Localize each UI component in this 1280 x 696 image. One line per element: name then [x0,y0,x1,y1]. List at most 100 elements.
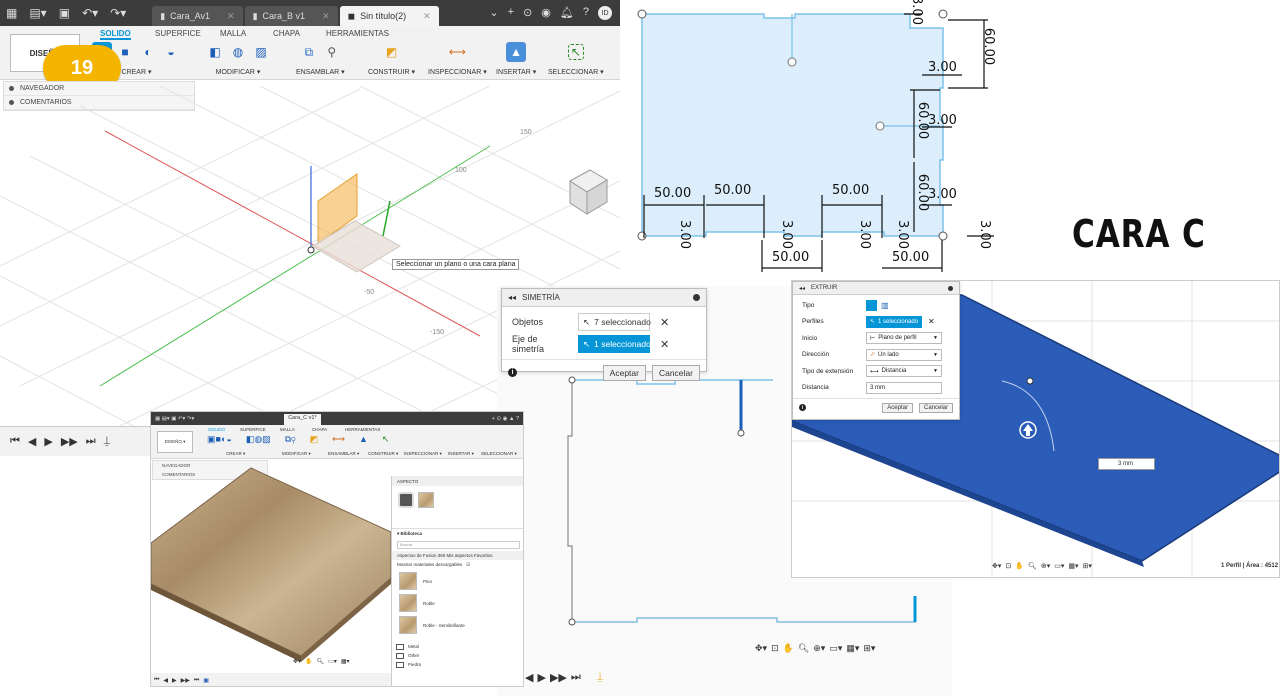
dimension-label[interactable]: 60.00 [981,28,996,65]
pan-icon[interactable]: ✋ [305,658,312,665]
tab-malla[interactable]: MALLA [280,427,295,432]
dimension-label[interactable]: 3.00 [895,220,910,249]
select-icon[interactable]: ↖ [567,44,584,60]
dimension-label[interactable]: 50.00 [892,251,929,264]
accept-button[interactable]: Aceptar [602,364,646,381]
doc-tab-cara-c[interactable]: Cara_C v1* [284,414,321,425]
go-to-start-icon[interactable]: ⏮ [154,677,159,684]
tab-chapa[interactable]: CHAPA [273,29,300,38]
go-to-end-icon[interactable]: ⏭ [194,677,199,684]
tab-solido[interactable]: SOLIDO [100,29,131,40]
display-settings-icon[interactable]: ▭▾ [1054,562,1064,570]
grid-settings-icon[interactable]: ▦▾ [846,643,859,654]
close-icon[interactable]: ✕ [322,11,330,22]
list-item[interactable]: Roble - Semibrillante [392,614,523,636]
look-at-icon[interactable]: ⊡ [771,643,779,654]
options-icon[interactable] [948,285,953,291]
go-to-end-icon[interactable]: ⏭ [86,435,96,448]
create-tools-icon[interactable]: ▣■◐◒ [207,434,232,445]
tab-superficie[interactable]: SUPERFICE [155,29,201,38]
go-to-start-icon[interactable]: ⏮ [10,435,20,448]
help-icon[interactable]: ? [583,6,589,20]
wood-board-viewport[interactable] [151,466,391,666]
fillet-icon[interactable]: ◍ [228,42,248,62]
library-section[interactable]: ▾ Biblioteca [392,528,523,539]
symmetry-axis-selector[interactable]: ↖ 1 seleccionado [578,335,651,353]
view-cube[interactable] [569,169,608,215]
search-input[interactable]: Buscar [397,541,520,549]
material-swatch[interactable] [398,492,414,508]
show-downloadable-toggle[interactable]: Mostrar materiales descargables ☑ [392,560,523,570]
select-tools-icon[interactable]: ↖ [382,434,390,445]
play-icon[interactable]: ▶ [537,671,545,684]
clear-selection-icon[interactable]: ✕ [928,317,935,326]
tab-chapa[interactable]: CHAPA [312,427,327,432]
fit-icon[interactable]: ⊕▾ [1041,562,1050,570]
cancel-button[interactable]: Cancelar [651,364,700,381]
chevron-down-icon[interactable]: ⌄ [489,6,498,20]
press-pull-icon[interactable]: ◧ [205,42,225,62]
list-item[interactable]: Roble [392,592,523,614]
options-icon[interactable] [693,294,700,301]
step-back-icon[interactable]: ◀ [525,671,533,684]
grid-settings-icon[interactable]: ▦▾ [341,658,350,665]
extensions-icon[interactable]: ⊙ [523,6,532,20]
zoom-icon[interactable]: 🔍︎ [317,658,325,665]
zoom-icon[interactable]: 🔍︎ [1028,562,1037,570]
start-dropdown[interactable]: ⊢ Plano de perfil ▼ [866,332,942,345]
tab-tools[interactable]: + ⊙ ◉ ▲ ? [492,416,519,422]
orbit-icon[interactable]: ✥▾ [992,562,1001,570]
dimension-label[interactable]: 50.00 [772,251,809,264]
orbit-icon[interactable]: ✥▾ [755,643,767,654]
grid-settings-icon[interactable]: ▦▾ [1068,562,1078,570]
extent-type-dropdown[interactable]: ⟷ Distancia ▼ [866,365,942,378]
play-icon[interactable]: ▶ [172,677,177,684]
thin-extrude-icon[interactable]: ▥ [881,301,889,310]
clear-selection-icon[interactable]: ✕ [660,338,669,351]
dimension-label[interactable]: 3.00 [677,220,692,249]
info-icon[interactable]: i [508,368,517,377]
step-forward-icon[interactable]: ▶▶ [61,435,78,448]
measure-icon[interactable]: ⟷ [447,42,467,62]
user-avatar[interactable]: ID [598,6,612,20]
direction-dropdown[interactable]: ⬀ Un lado ▼ [866,348,942,361]
objects-selector[interactable]: ↖ 7 seleccionado [578,313,651,331]
assemble-tools-icon[interactable]: ⧉⚲ [285,434,296,445]
display-settings-icon[interactable]: ▭▾ [328,658,337,665]
apps-grid-icon[interactable]: ▦ [6,6,17,20]
step-back-icon[interactable]: ◀ [163,677,168,684]
step-back-icon[interactable]: ◀ [28,435,36,448]
clear-selection-icon[interactable]: ✕ [660,316,669,329]
folder-item[interactable]: Other [392,651,523,660]
doc-tab-sin-titulo[interactable]: ◼ Sin título(2) ✕ [339,6,439,26]
play-icon[interactable]: ▶ [44,435,52,448]
notifications-icon[interactable]: 🔔︎ [560,6,574,20]
fit-icon[interactable]: ⊕▾ [813,643,825,654]
material-swatch[interactable] [418,492,434,508]
tab-herramientas[interactable]: HERRAMIENTAS [345,427,380,432]
checkbox-icon[interactable]: ☑ [466,562,470,568]
tab-malla[interactable]: MALLA [220,29,246,38]
offset-plane-icon[interactable]: ◩ [382,42,402,62]
viewports-icon[interactable]: ⊞▾ [1083,562,1092,570]
dimension-label[interactable]: 3.00 [909,0,924,25]
revolve-icon[interactable]: ◐ [138,42,158,62]
viewports-icon[interactable]: ⊞▾ [863,643,875,654]
close-icon[interactable]: ✕ [227,11,235,22]
dimension-label[interactable]: 50.00 [714,184,751,197]
save-icon[interactable]: ▣ [59,6,70,20]
distance-input[interactable]: 3 mm [866,381,942,394]
zoom-icon[interactable]: 🔍︎ [798,643,809,654]
dimension-label[interactable]: 3.00 [977,220,992,249]
extrude-direction-arrow[interactable] [1019,421,1037,439]
dimension-label[interactable]: 3.00 [779,220,794,249]
undo-icon[interactable]: ↶▾ [82,6,98,20]
cancel-button[interactable]: Cancelar [918,402,953,413]
joint-icon[interactable]: ⚲ [322,42,342,62]
profiles-selector[interactable]: ↖ 1 seleccionado [866,315,922,328]
dimension-label[interactable]: 3.00 [928,61,957,74]
go-to-end-icon[interactable]: ⏭ [571,671,581,684]
tab-superficie[interactable]: SUPERFICE [240,427,266,432]
redo-icon[interactable]: ↷▾ [110,6,126,20]
close-icon[interactable]: ✕ [423,11,431,22]
